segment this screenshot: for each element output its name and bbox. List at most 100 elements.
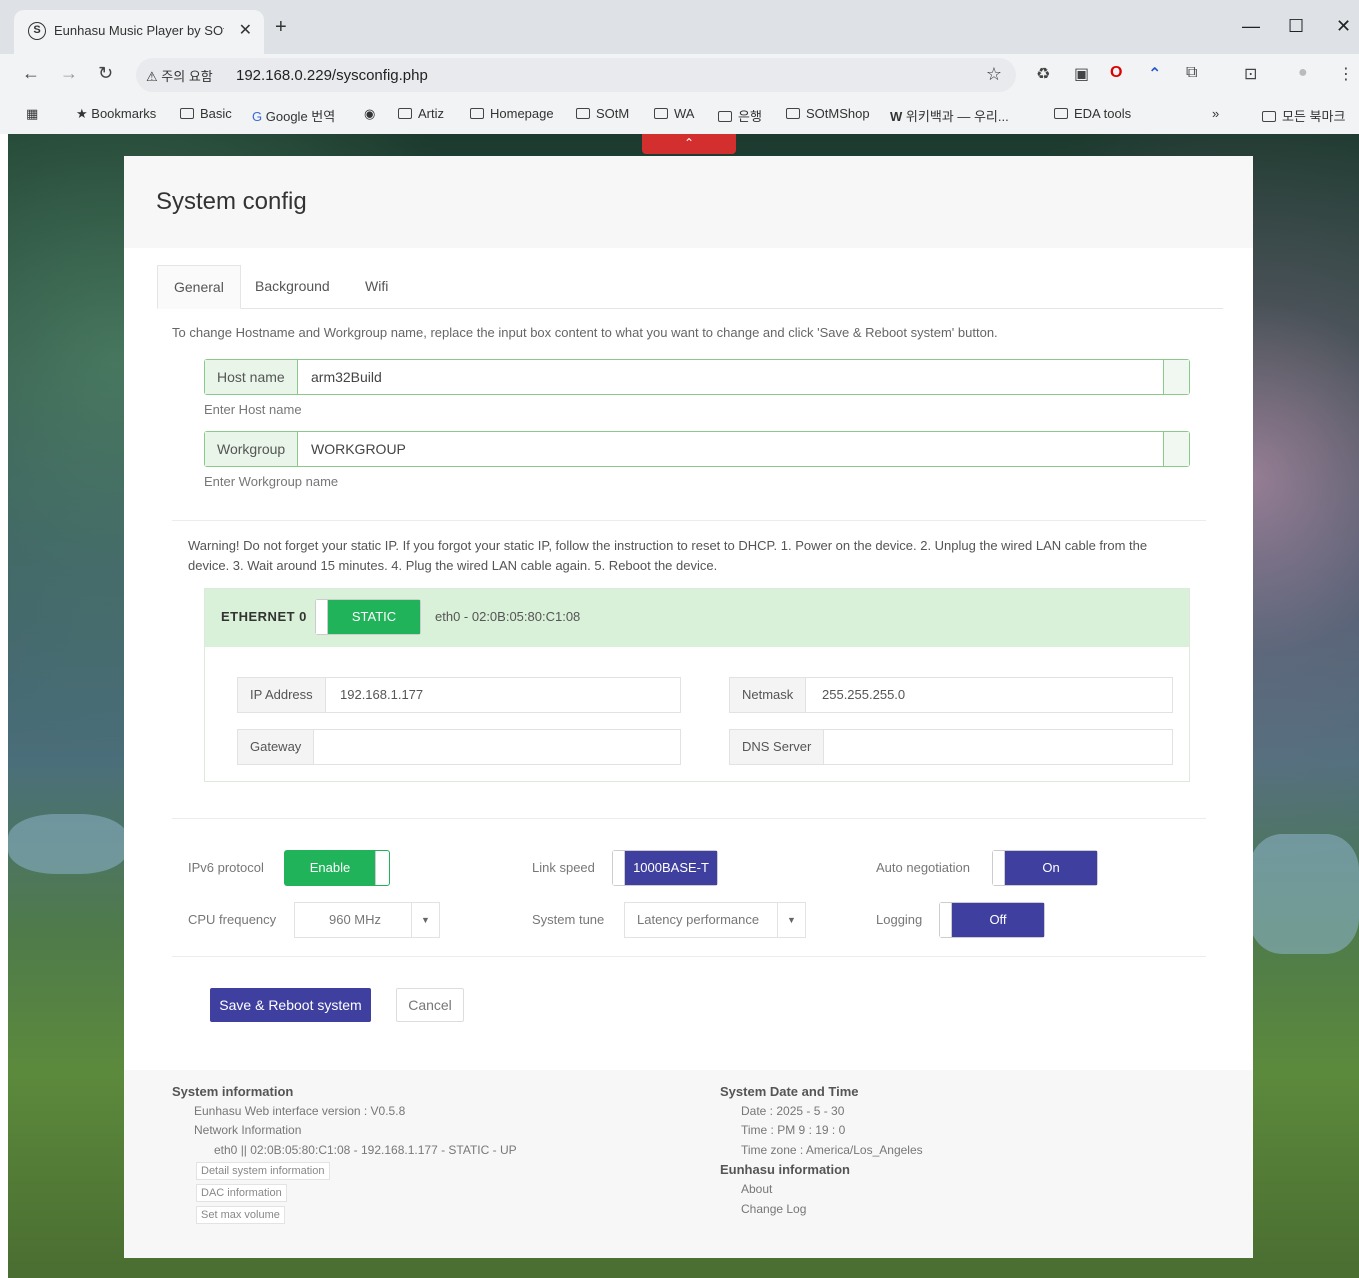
maximize-icon[interactable]: ☐ [1288, 16, 1304, 37]
workgroup-endcap [1163, 432, 1189, 466]
ipv6-label: IPv6 protocol [188, 860, 264, 875]
menu-icon[interactable]: ⋮ [1338, 64, 1354, 84]
bookmark-bank[interactable]: 은행 [718, 106, 762, 125]
hostname-hint: To change Hostname and Workgroup name, r… [172, 325, 998, 340]
avatar[interactable]: ● [1298, 64, 1308, 82]
bookmark-eda[interactable]: EDA tools [1054, 106, 1131, 121]
tab-title: Eunhasu Music Player by SOtM [54, 23, 224, 38]
bookmark-artiz[interactable]: Artiz [398, 106, 444, 121]
bookmark-label: Artiz [418, 106, 444, 121]
save-reboot-button[interactable]: Save & Reboot system [210, 988, 371, 1022]
tab-background[interactable]: Background [239, 265, 346, 309]
browser-tab[interactable]: S Eunhasu Music Player by SOtM ✕ [14, 10, 264, 54]
hostname-input[interactable]: arm32Build [311, 360, 382, 394]
bookmark-wiki[interactable]: W 위키백과 — 우리... [890, 106, 1009, 125]
cancel-button[interactable]: Cancel [396, 988, 464, 1022]
ip-mode-toggle[interactable]: STATIC [315, 599, 421, 635]
ipv6-toggle[interactable]: Enable [284, 850, 390, 886]
apps-icon[interactable]: ▦ [26, 106, 38, 122]
address-bar[interactable]: ⚠ 주의 요함 192.168.0.229/sysconfig.php ☆ [136, 58, 1016, 92]
toggle-knob [613, 851, 625, 885]
folder-icon [654, 108, 668, 119]
bookmarks-overflow[interactable]: » [1212, 106, 1219, 121]
bookmark-translate[interactable]: G Google 번역 [252, 106, 335, 125]
detail-system-info-button[interactable]: Detail system information [196, 1162, 330, 1180]
about-link[interactable]: About [741, 1182, 772, 1196]
chevron-up-icon[interactable]: ⌃ [642, 134, 736, 154]
bookmark-wa[interactable]: WA [654, 106, 694, 121]
eunhasu-info-title: Eunhasu information [720, 1162, 850, 1177]
opera-icon[interactable]: O [1110, 64, 1122, 82]
date-text: Date : 2025 - 5 - 30 [741, 1104, 845, 1118]
toggle-knob [993, 851, 1005, 885]
forward-icon[interactable]: → [60, 63, 78, 84]
bookmark-label: 은행 [738, 109, 762, 124]
hostname-group: Host name arm32Build [204, 359, 1190, 395]
netmask-field: Netmask 255.255.255.0 [729, 677, 1173, 713]
cpu-frequency-value: 960 MHz [329, 912, 382, 927]
reload-icon[interactable]: ↻ [98, 63, 113, 84]
auto-negotiation-value: On [1005, 851, 1097, 885]
arc-icon[interactable]: ⌃ [1148, 64, 1161, 84]
bookmark-label: SOtMShop [806, 106, 870, 121]
workgroup-help: Enter Workgroup name [204, 474, 339, 489]
bookmark-homepage[interactable]: Homepage [470, 106, 554, 121]
puzzle-icon[interactable]: ⧉ [1186, 64, 1197, 82]
config-tabs: General Background Wifi [157, 265, 1223, 309]
logging-label: Logging [876, 912, 923, 927]
folder-icon [786, 108, 800, 119]
wikipedia-icon: W [890, 109, 903, 124]
star-icon[interactable]: ☆ [986, 64, 1002, 85]
close-window-icon[interactable]: ✕ [1336, 16, 1351, 37]
sotm-favicon: S [28, 22, 46, 40]
divider [172, 520, 1206, 521]
extension-icon[interactable]: ♻ [1036, 64, 1050, 84]
tab-general[interactable]: General [157, 265, 241, 309]
bookmark-basic[interactable]: Basic [180, 106, 232, 121]
ip-address-input[interactable]: 192.168.1.177 [340, 678, 423, 712]
set-max-volume-button[interactable]: Set max volume [196, 1206, 285, 1224]
bookmark-all[interactable]: 모든 북마크 [1262, 106, 1345, 125]
cast-icon[interactable]: ▣ [1074, 64, 1089, 84]
bookmark-label: Google 번역 [265, 109, 336, 124]
cpu-frequency-select[interactable]: 960 MHz ▼ [294, 902, 440, 938]
auto-negotiation-label: Auto negotiation [876, 860, 970, 875]
url-text[interactable]: 192.168.0.229/sysconfig.php [236, 67, 428, 84]
workgroup-input[interactable]: WORKGROUP [311, 432, 406, 466]
ip-address-field: IP Address 192.168.1.177 [237, 677, 681, 713]
plus-icon[interactable]: + [275, 16, 287, 39]
changelog-link[interactable]: Change Log [741, 1202, 806, 1216]
hostname-help: Enter Host name [204, 402, 302, 417]
minimize-icon[interactable]: — [1242, 16, 1260, 37]
page-title: System config [156, 188, 307, 215]
system-config-modal: System config General Background Wifi To… [124, 156, 1253, 1258]
netmask-label: Netmask [730, 678, 807, 712]
tab-wifi[interactable]: Wifi [349, 265, 404, 309]
dns-label: DNS Server [730, 730, 825, 764]
reading-list-icon[interactable]: ⊡ [1244, 64, 1257, 84]
system-tune-select[interactable]: Latency performance ▼ [624, 902, 806, 938]
toggle-knob [375, 851, 387, 885]
close-icon[interactable]: ✕ [239, 20, 252, 40]
ipv6-value: Enable [285, 851, 375, 885]
bookmark-sotm[interactable]: SOtM [576, 106, 629, 121]
bookmark-label: SOtM [596, 106, 630, 121]
ethernet-panel: ETHERNET 0 STATIC eth0 - 02:0B:05:80:C1:… [204, 588, 1190, 782]
gateway-input[interactable] [330, 730, 670, 764]
dns-input[interactable] [830, 730, 1160, 764]
folder-icon [576, 108, 590, 119]
auto-negotiation-toggle[interactable]: On [992, 850, 1098, 886]
netmask-input[interactable]: 255.255.255.0 [822, 678, 905, 712]
bookmark-label: WA [674, 106, 695, 121]
logging-toggle[interactable]: Off [939, 902, 1045, 938]
bookmark-star[interactable]: ★ Bookmarks [76, 106, 156, 122]
bookmark-sotmshop[interactable]: SOtMShop [786, 106, 870, 121]
warning-icon[interactable]: ⚠ 주의 요함 [146, 66, 213, 85]
datetime-title: System Date and Time [720, 1084, 859, 1099]
folder-icon [398, 108, 412, 119]
link-speed-toggle[interactable]: 1000BASE-T [612, 850, 718, 886]
back-icon[interactable]: ← [22, 63, 40, 84]
bookmark-label: EDA tools [1074, 106, 1132, 121]
globe-icon[interactable]: ◉ [364, 106, 375, 122]
dac-info-button[interactable]: DAC information [196, 1184, 287, 1202]
